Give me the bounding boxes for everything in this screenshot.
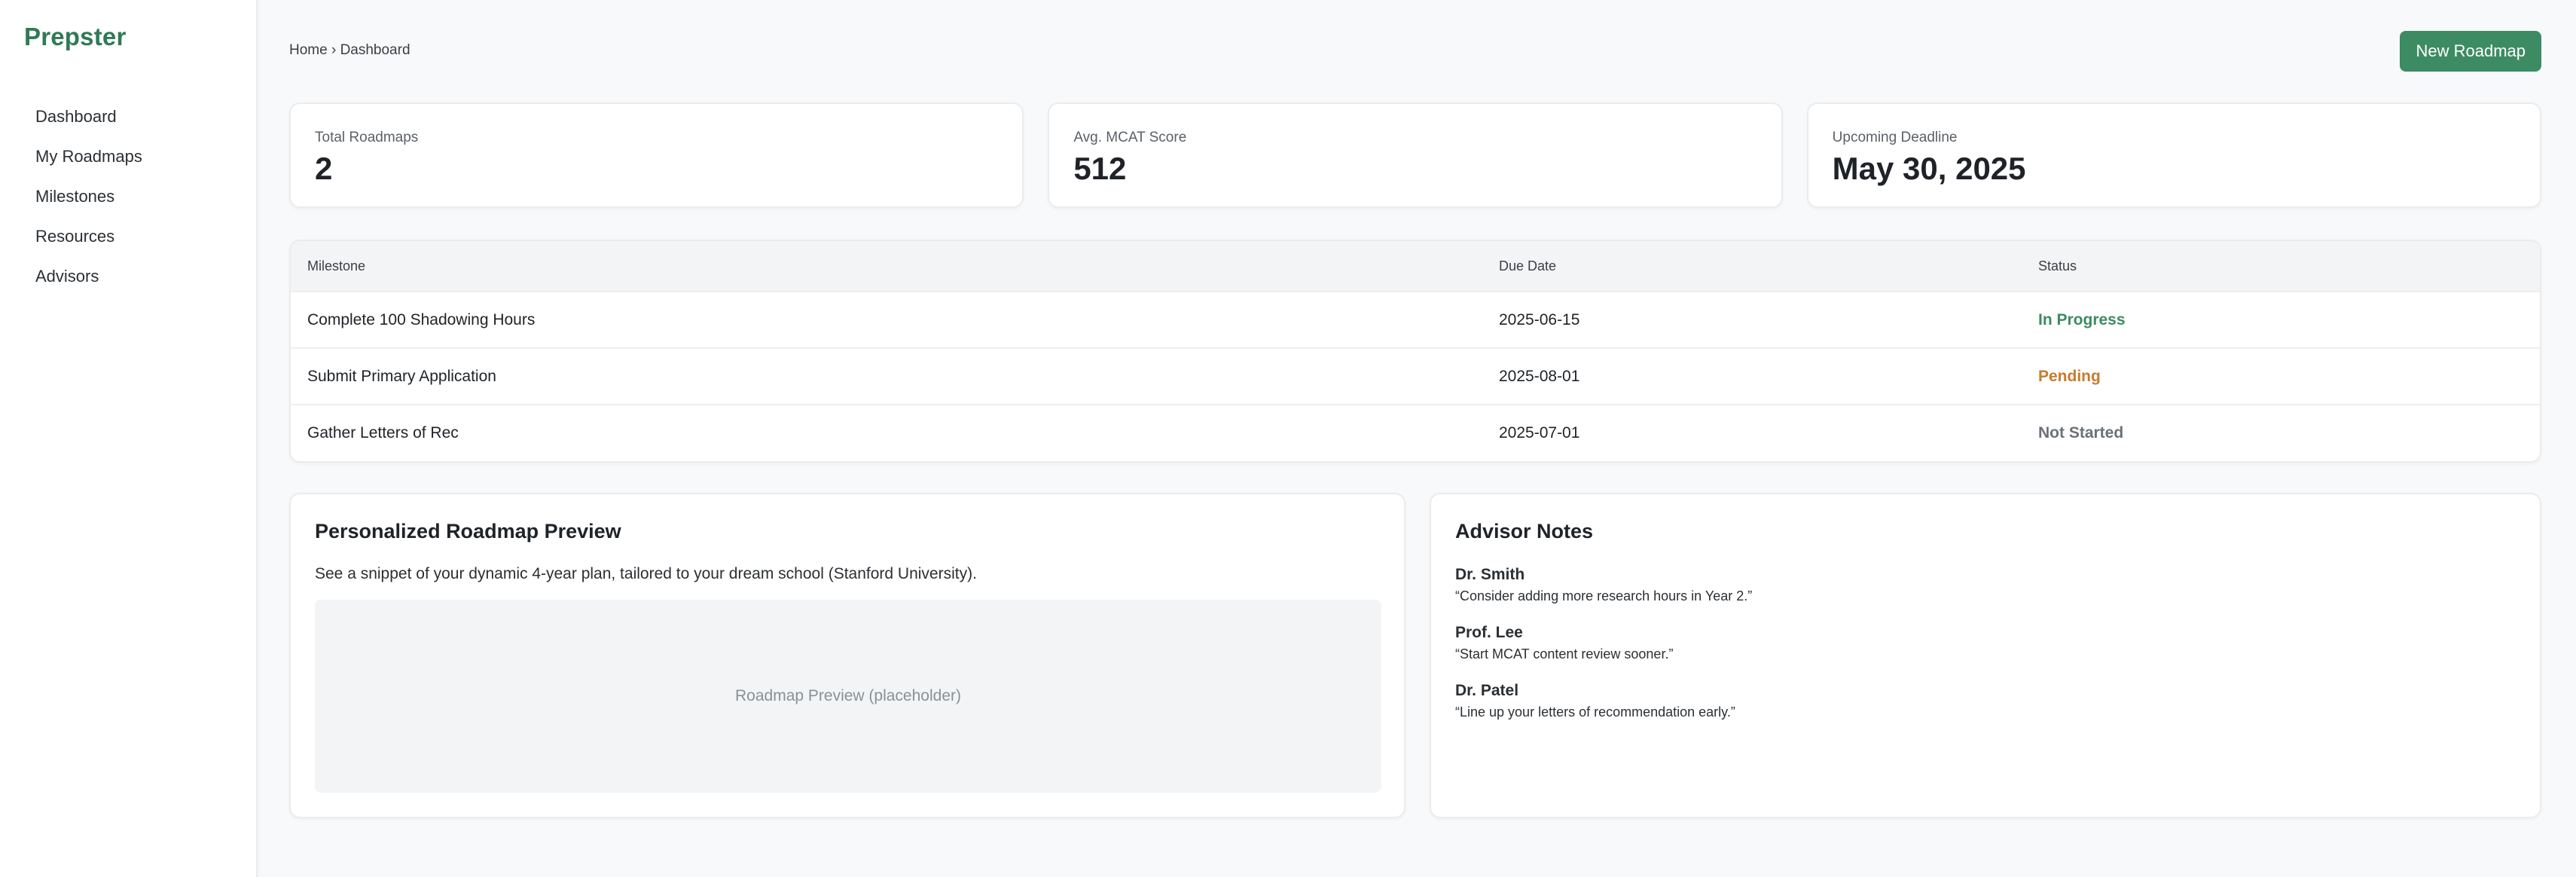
status-badge: Not Started: [2022, 404, 2540, 461]
stat-card-avg-mcat: Avg. MCAT Score 512: [1048, 102, 1783, 208]
note-text: “Line up your letters of recommendation …: [1455, 704, 1735, 720]
panel-description: See a snippet of your dynamic 4-year pla…: [315, 565, 977, 582]
advisor-notes-list: Dr. Smith “Consider adding more research…: [1455, 566, 2516, 720]
advisor-notes-panel: Advisor Notes Dr. Smith “Consider adding…: [1430, 493, 2541, 818]
brand-logo[interactable]: Prepster: [24, 23, 256, 51]
column-header-milestone: Milestone: [307, 258, 366, 273]
sidebar-item-resources[interactable]: Resources: [24, 216, 256, 256]
due-date-cell: 2025-08-01: [1482, 347, 2022, 405]
main-content: Home › Dashboard New Roadmap Total Roadm…: [258, 0, 2576, 877]
sidebar-item-dashboard[interactable]: Dashboard: [24, 96, 256, 136]
milestones-table: Milestone Due Date Status Complete 100 S…: [291, 241, 2540, 461]
stat-label: Total Roadmaps: [315, 130, 419, 145]
app-root: Prepster Dashboard My Roadmaps Milestone…: [0, 0, 2576, 877]
milestone-cell: Complete 100 Shadowing Hours: [291, 291, 1482, 348]
note-author: Prof. Lee: [1455, 624, 1523, 641]
sidebar-item-advisors[interactable]: Advisors: [24, 256, 256, 296]
sidebar-item-milestones[interactable]: Milestones: [24, 176, 256, 216]
sidebar-nav: Dashboard My Roadmaps Milestones Resourc…: [24, 96, 256, 296]
status-badge: Pending: [2022, 347, 2540, 405]
new-roadmap-button[interactable]: New Roadmap: [2400, 31, 2541, 72]
breadcrumb: Home › Dashboard: [289, 42, 411, 58]
stat-value: 2: [315, 151, 333, 186]
note-text: “Start MCAT content review sooner.”: [1455, 646, 1674, 662]
milestone-cell: Gather Letters of Rec: [291, 404, 1482, 461]
stat-label: Avg. MCAT Score: [1073, 130, 1187, 145]
table-row[interactable]: Submit Primary Application 2025-08-01 Pe…: [291, 347, 2540, 405]
note-author: Dr. Patel: [1455, 682, 1519, 699]
note-author: Dr. Smith: [1455, 566, 1525, 583]
table-row[interactable]: Gather Letters of Rec 2025-07-01 Not Sta…: [291, 404, 2540, 461]
stat-value: May 30, 2025: [1832, 151, 2026, 186]
advisor-note: Prof. Lee “Start MCAT content review soo…: [1455, 624, 2516, 662]
milestones-table-card: Milestone Due Date Status Complete 100 S…: [289, 240, 2541, 463]
column-header-due-date: Due Date: [1499, 258, 1557, 273]
advisor-note: Dr. Patel “Line up your letters of recom…: [1455, 682, 2516, 720]
top-bar: Home › Dashboard New Roadmap: [289, 0, 2541, 102]
table-header-row: Milestone Due Date Status: [291, 241, 2540, 292]
status-badge: In Progress: [2022, 291, 2540, 348]
due-date-cell: 2025-07-01: [1482, 404, 2022, 461]
stats-row: Total Roadmaps 2 Avg. MCAT Score 512 Upc…: [289, 102, 2541, 208]
roadmap-preview-panel: Personalized Roadmap Preview See a snipp…: [289, 493, 1406, 818]
bottom-panels: Personalized Roadmap Preview See a snipp…: [289, 493, 2541, 818]
milestone-cell: Submit Primary Application: [291, 347, 1482, 405]
advisor-note: Dr. Smith “Consider adding more research…: [1455, 566, 2516, 604]
note-text: “Consider adding more research hours in …: [1455, 588, 1753, 604]
stat-value: 512: [1073, 151, 1127, 186]
table-row[interactable]: Complete 100 Shadowing Hours 2025-06-15 …: [291, 291, 2540, 348]
sidebar: Prepster Dashboard My Roadmaps Milestone…: [0, 0, 258, 877]
roadmap-preview-area[interactable]: Roadmap Preview (placeholder): [315, 600, 1381, 793]
stat-card-total-roadmaps: Total Roadmaps 2: [289, 102, 1024, 208]
stat-card-upcoming-deadline: Upcoming Deadline May 30, 2025: [1806, 102, 2541, 208]
panel-title: Personalized Roadmap Preview: [315, 520, 621, 542]
sidebar-item-my-roadmaps[interactable]: My Roadmaps: [24, 136, 256, 176]
stat-label: Upcoming Deadline: [1832, 130, 1958, 145]
preview-placeholder-text: Roadmap Preview (placeholder): [735, 687, 961, 704]
column-header-status: Status: [2038, 258, 2077, 273]
panel-title: Advisor Notes: [1455, 520, 1594, 542]
due-date-cell: 2025-06-15: [1482, 291, 2022, 348]
